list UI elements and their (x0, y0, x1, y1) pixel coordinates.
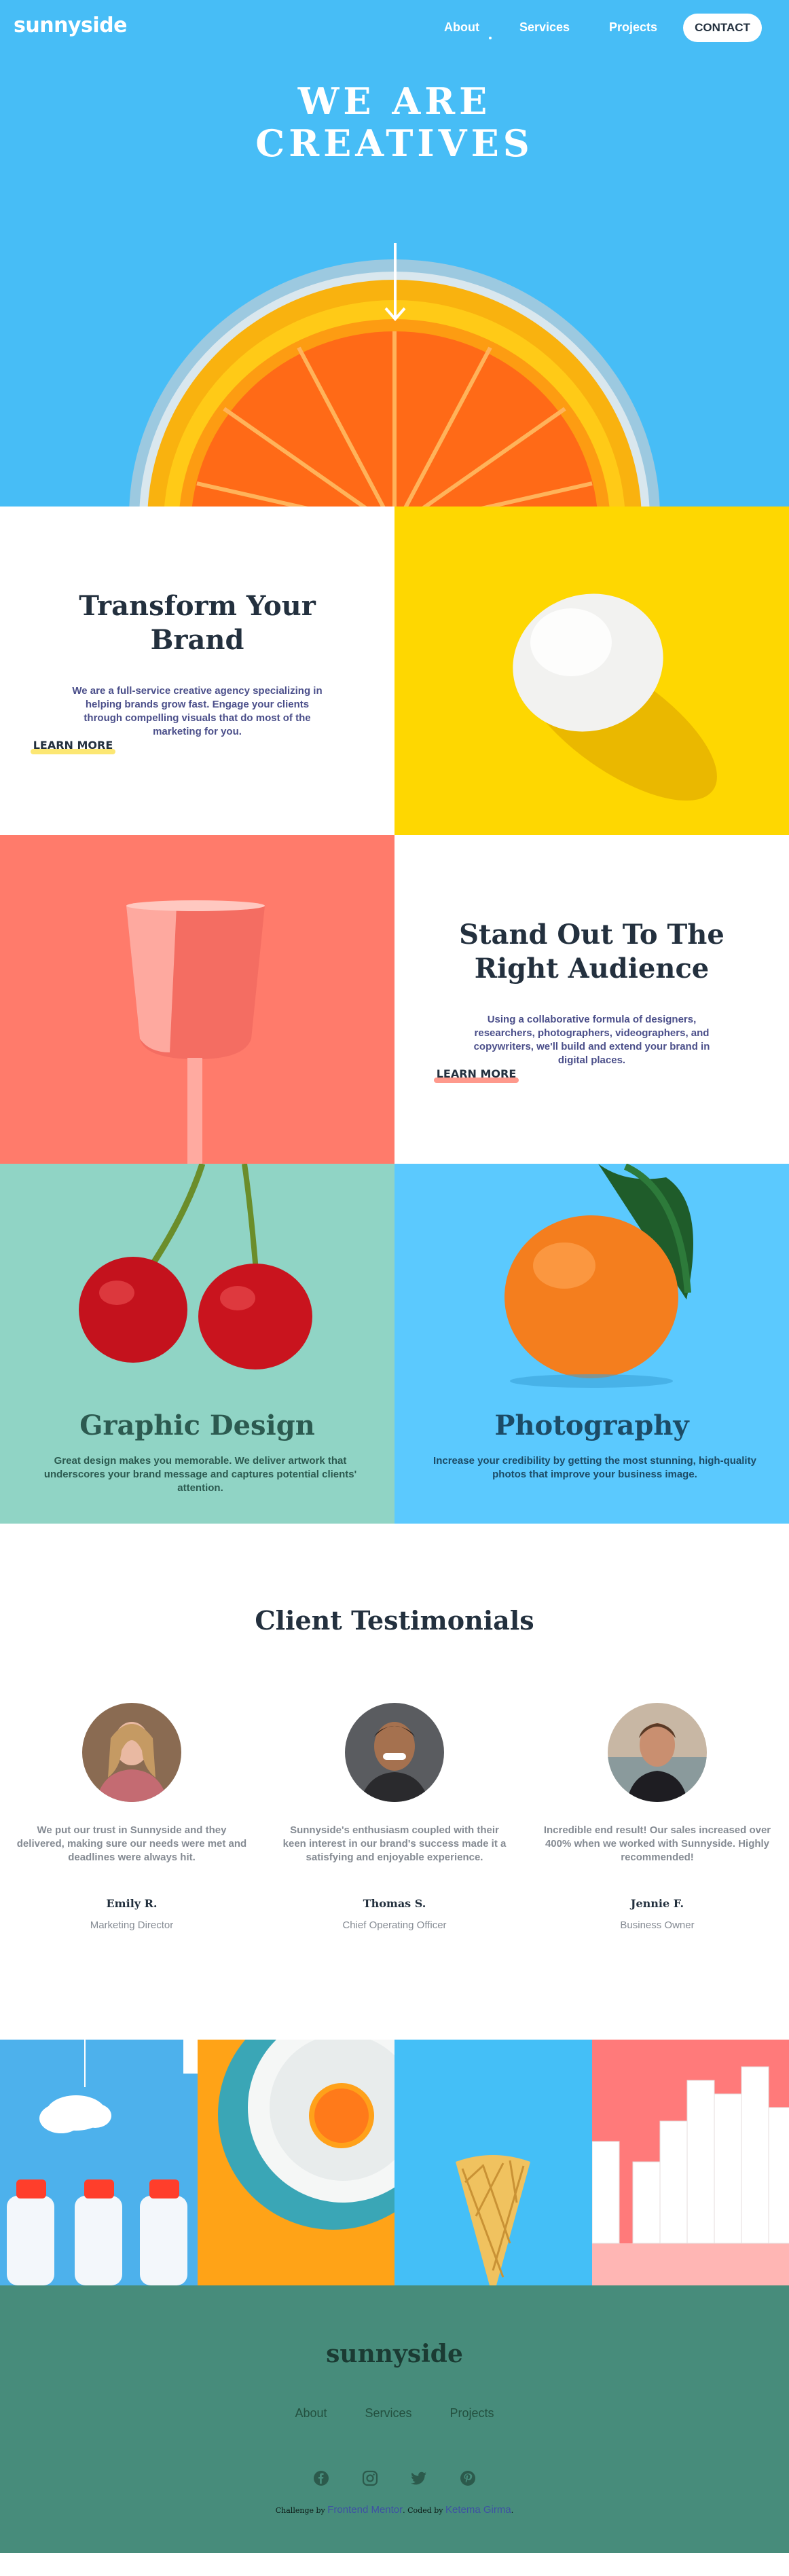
twitter-icon[interactable] (411, 2470, 427, 2486)
avatar (608, 1703, 707, 1802)
learn-more-label: LEARN MORE (33, 739, 113, 752)
testimonial-card: Sunnyside's enthusiasm coupled with thei… (279, 1703, 510, 1931)
testimonial-role: Chief Operating Officer (342, 1919, 447, 1931)
instagram-icon[interactable] (362, 2470, 378, 2486)
avatar (82, 1703, 181, 1802)
contact-button[interactable]: CONTACT (683, 14, 762, 42)
feature-audience-text: Stand Out To The Right Audience Using a … (395, 835, 789, 1164)
feature-row-audience: Stand Out To The Right Audience Using a … (0, 835, 789, 1164)
egg-illustration (513, 593, 717, 801)
learn-more-brand-link[interactable]: LEARN MORE (30, 739, 116, 754)
gallery-ice-cream-cone (395, 2040, 592, 2285)
graphic-design-tile: Graphic Design Great design makes you me… (0, 1164, 395, 1524)
feature-audience-title: Stand Out To The Right Audience (459, 919, 724, 985)
photography-body: Increase your credibility by getting the… (433, 1455, 756, 1480)
author-link[interactable]: Ketema Girma (445, 2504, 511, 2516)
top-navigation: sunnyside About Services Projects CONTAC… (0, 0, 789, 58)
logo[interactable]: sunnyside (14, 14, 127, 37)
nav-link-services[interactable]: Services (519, 20, 570, 35)
gallery-orange-plate (197, 2040, 395, 2285)
attribution-challenge-prefix: Challenge by (275, 2506, 325, 2515)
glass-illustration (0, 835, 395, 1164)
nav-link-projects[interactable]: Projects (609, 20, 657, 35)
feature-audience-body: Using a collaborative formula of designe… (473, 1014, 710, 1066)
facebook-icon[interactable] (313, 2470, 329, 2486)
footer-logo[interactable]: sunnyside (0, 2340, 789, 2368)
frontend-mentor-link[interactable]: Frontend Mentor (327, 2504, 403, 2516)
cursor-dot (489, 37, 492, 39)
photography-title: Photography (494, 1410, 689, 1441)
egg-image (395, 507, 789, 835)
hero-title: WE ARE CREATIVES (0, 80, 789, 164)
learn-more-label: LEARN MORE (436, 1067, 517, 1080)
glass-image (0, 835, 395, 1164)
photography-tile: Photography Increase your credibility by… (395, 1164, 789, 1524)
gallery-milk-bottles (0, 2040, 198, 2285)
feature-row-brand: Transform Your Brand We are a full-servi… (0, 507, 789, 835)
testimonial-role: Business Owner (620, 1919, 695, 1931)
nav-link-about[interactable]: About (444, 20, 479, 35)
graphic-design-body: Great design makes you memorable. We del… (43, 1455, 357, 1494)
testimonial-card: Incredible end result! Our sales increas… (542, 1703, 773, 1931)
services-row: Graphic Design Great design makes you me… (0, 1164, 789, 1524)
feature-brand-text: Transform Your Brand We are a full-servi… (0, 507, 395, 835)
footer-link-about[interactable]: About (295, 2406, 327, 2421)
hero-title-line1: WE ARE (297, 79, 492, 123)
attribution: Challenge by Frontend Mentor. Coded by K… (275, 2504, 514, 2516)
footer: sunnyside About Services Projects Challe… (0, 2285, 789, 2553)
graphic-design-title: Graphic Design (79, 1410, 315, 1441)
testimonial-quote: We put our trust in Sunnyside and they d… (16, 1824, 247, 1863)
hero-title-line2: CREATIVES (255, 122, 534, 165)
testimonials-section: Client Testimonials We put our trust in … (0, 1524, 789, 2040)
footer-nav: About Services Projects (0, 2406, 789, 2421)
footer-link-projects[interactable]: Projects (450, 2406, 494, 2421)
gallery (0, 2040, 789, 2285)
feature-brand-body: We are a full-service creative agency sp… (72, 685, 323, 737)
arrow-down-icon[interactable] (383, 243, 407, 323)
attribution-coded-prefix: Coded by (407, 2506, 443, 2515)
feature-brand-title: Transform Your Brand (79, 590, 316, 656)
avatar (345, 1703, 444, 1802)
learn-more-audience-link[interactable]: LEARN MORE (433, 1067, 519, 1083)
testimonials-title: Client Testimonials (255, 1605, 534, 1636)
gallery-sugar-cubes (591, 2040, 789, 2285)
social-links (0, 2470, 789, 2486)
testimonial-quote: Incredible end result! Our sales increas… (543, 1824, 771, 1863)
testimonial-role: Marketing Director (90, 1919, 174, 1931)
testimonial-name: Jennie F. (630, 1897, 684, 1910)
pinterest-icon[interactable] (460, 2470, 476, 2486)
testimonial-name: Emily R. (106, 1897, 158, 1910)
testimonial-card: We put our trust in Sunnyside and they d… (16, 1703, 247, 1931)
hero-section: sunnyside About Services Projects CONTAC… (0, 0, 789, 507)
footer-link-services[interactable]: Services (365, 2406, 411, 2421)
testimonial-name: Thomas S. (363, 1897, 426, 1910)
testimonial-quote: Sunnyside's enthusiasm coupled with thei… (282, 1824, 507, 1863)
